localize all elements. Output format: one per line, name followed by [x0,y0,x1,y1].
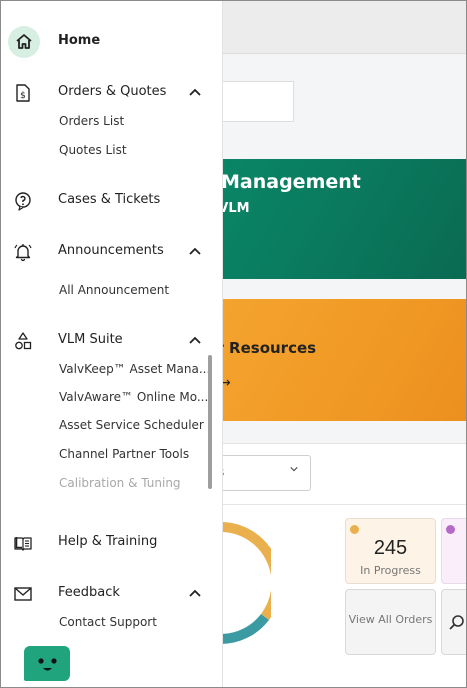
mail-icon [14,587,32,601]
nav-subitem-channel-partner-tools[interactable]: Channel Partner Tools [59,447,189,461]
drawer-scrollbar[interactable] [208,355,212,489]
book-icon [14,537,32,551]
view-all-orders-button[interactable]: View All Orders [345,589,436,655]
status-dot [446,525,455,534]
search-orders-button[interactable] [441,589,466,655]
management-banner-title: Management [221,171,361,193]
chevron-up-icon[interactable] [189,336,201,344]
nav-subitem-calibration-tuning[interactable]: Calibration & Tuning [59,476,181,490]
nav-label-orders-quotes: Orders & Quotes [58,84,167,99]
in-progress-card[interactable]: 245 In Progress [345,518,436,584]
in-progress-count: 245 [373,537,408,559]
nav-subitem-asset-service-scheduler[interactable]: Asset Service Scheduler [59,418,204,432]
nav-item-announcements[interactable]: Announcements [1,237,222,267]
in-progress-label: In Progress [360,564,421,577]
nav-item-orders-quotes[interactable]: $ Orders & Quotes [1,78,222,108]
nav-item-help-training[interactable]: Help & Training [1,528,222,558]
nav-item-cases-tickets[interactable]: Cases & Tickets [1,186,222,216]
nav-label-announcements: Announcements [58,243,164,258]
status-dot [350,525,359,534]
shapes-icon [15,332,32,350]
chatbot-button[interactable] [24,646,70,681]
bot-face-icon [38,658,57,671]
nav-item-feedback[interactable]: Feedback [1,579,222,609]
bell-icon [14,244,32,262]
view-all-orders-label: View All Orders [348,613,433,626]
chevron-down-icon [290,467,298,472]
document-dollar-icon: $ [16,84,30,102]
nav-label-cases-tickets: Cases & Tickets [58,192,161,207]
svg-text:$: $ [20,91,26,101]
status-card[interactable] [441,518,466,584]
chevron-up-icon[interactable] [189,88,201,96]
nav-subitem-orders-list[interactable]: Orders List [59,114,124,128]
nav-subitem-quotes-list[interactable]: Quotes List [59,143,127,157]
nav-label-help-training: Help & Training [58,534,158,549]
navigation-drawer: Home $ Orders & Quotes Orders List Quote… [1,1,223,687]
chevron-up-icon[interactable] [189,247,201,255]
chevron-up-icon[interactable] [189,589,201,597]
nav-item-home[interactable]: Home [1,27,222,57]
nav-item-vlm-suite[interactable]: VLM Suite [1,326,222,356]
search-icon [449,615,464,630]
nav-subitem-all-announcement[interactable]: All Announcement [59,283,169,297]
app-frame: Management s VLM rtner Resources → s ers… [0,0,467,688]
nav-subitem-contact-support[interactable]: Contact Support [59,615,157,629]
nav-subitem-valvaware[interactable]: ValvAware™ Online Mo... [59,390,208,404]
nav-subitem-valvkeep[interactable]: ValvKeep™ Asset Mana... [59,362,210,376]
question-circle-icon [15,192,31,211]
nav-label-vlm-suite: VLM Suite [58,332,123,347]
nav-label-feedback: Feedback [58,585,120,600]
home-icon [16,34,32,49]
nav-label-home: Home [58,33,101,48]
